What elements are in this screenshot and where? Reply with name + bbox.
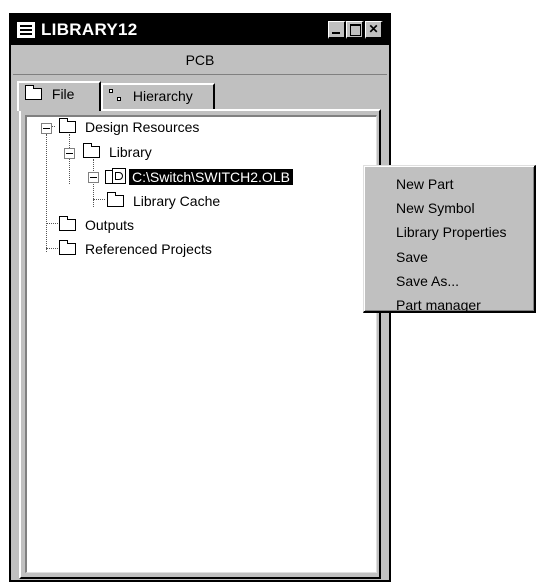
- tree-item-label: Referenced Projects: [85, 241, 212, 257]
- app-icon: [17, 22, 35, 38]
- folder-icon: [59, 240, 76, 255]
- menu-item-save[interactable]: Save: [364, 245, 534, 269]
- tree-line: [46, 248, 60, 249]
- collapse-design-resources[interactable]: [41, 123, 52, 134]
- tree-item-label: Outputs: [85, 217, 135, 233]
- library-window: LIBRARY12 ✕ PCB File Hierarchy Design Re…: [9, 13, 391, 582]
- menu-item-part-manager[interactable]: Part manager: [364, 293, 534, 317]
- tree-item-label: Library: [109, 144, 152, 160]
- title-bar[interactable]: LIBRARY12 ✕: [11, 15, 389, 45]
- tree-item-library-file[interactable]: C:\Switch\SWITCH2.OLB: [129, 167, 293, 187]
- folder-icon: [59, 216, 76, 231]
- tab-hierarchy[interactable]: Hierarchy: [101, 83, 215, 110]
- tree-line: [46, 134, 47, 252]
- window-title: LIBRARY12: [41, 20, 138, 39]
- library-file-icon: [105, 168, 127, 186]
- folder-icon: [59, 118, 76, 133]
- project-tree[interactable]: Design Resources Library C:\Switch\SWITC…: [25, 115, 377, 573]
- tree-item-label: C:\Switch\SWITCH2.OLB: [129, 169, 293, 185]
- folder-icon: [107, 192, 124, 207]
- tab-file-label: File: [51, 86, 75, 102]
- folder-icon: [83, 143, 100, 158]
- hierarchy-icon: [109, 89, 125, 103]
- tree-item-library-cache[interactable]: Library Cache: [107, 191, 220, 211]
- close-button[interactable]: ✕: [365, 21, 383, 39]
- tree-line: [46, 223, 60, 224]
- folder-icon: [25, 85, 42, 100]
- menu-item-library-properties[interactable]: Library Properties: [364, 220, 534, 244]
- tree-item-label: Design Resources: [85, 119, 200, 135]
- pcb-header: PCB: [13, 47, 387, 75]
- tab-file[interactable]: File: [17, 81, 101, 111]
- tree-item-label: Library Cache: [133, 193, 221, 209]
- maximize-button[interactable]: [346, 21, 364, 39]
- tab-hierarchy-label: Hierarchy: [132, 88, 193, 104]
- tree-line: [69, 134, 70, 184]
- collapse-library-file[interactable]: [88, 172, 99, 183]
- tree-item-design-resources[interactable]: Design Resources: [59, 117, 199, 137]
- tree-item-referenced-projects[interactable]: Referenced Projects: [59, 239, 212, 259]
- menu-item-save-as[interactable]: Save As...: [364, 269, 534, 293]
- minimize-button[interactable]: [328, 21, 346, 39]
- tree-item-library[interactable]: Library: [83, 142, 152, 162]
- tree-item-outputs[interactable]: Outputs: [59, 215, 134, 235]
- context-menu: New Part New Symbol Library Properties S…: [363, 165, 536, 313]
- tree-line: [93, 199, 105, 200]
- menu-item-new-part[interactable]: New Part: [364, 172, 534, 196]
- tab-content: Design Resources Library C:\Switch\SWITC…: [19, 109, 381, 579]
- menu-item-new-symbol[interactable]: New Symbol: [364, 196, 534, 220]
- collapse-library[interactable]: [64, 148, 75, 159]
